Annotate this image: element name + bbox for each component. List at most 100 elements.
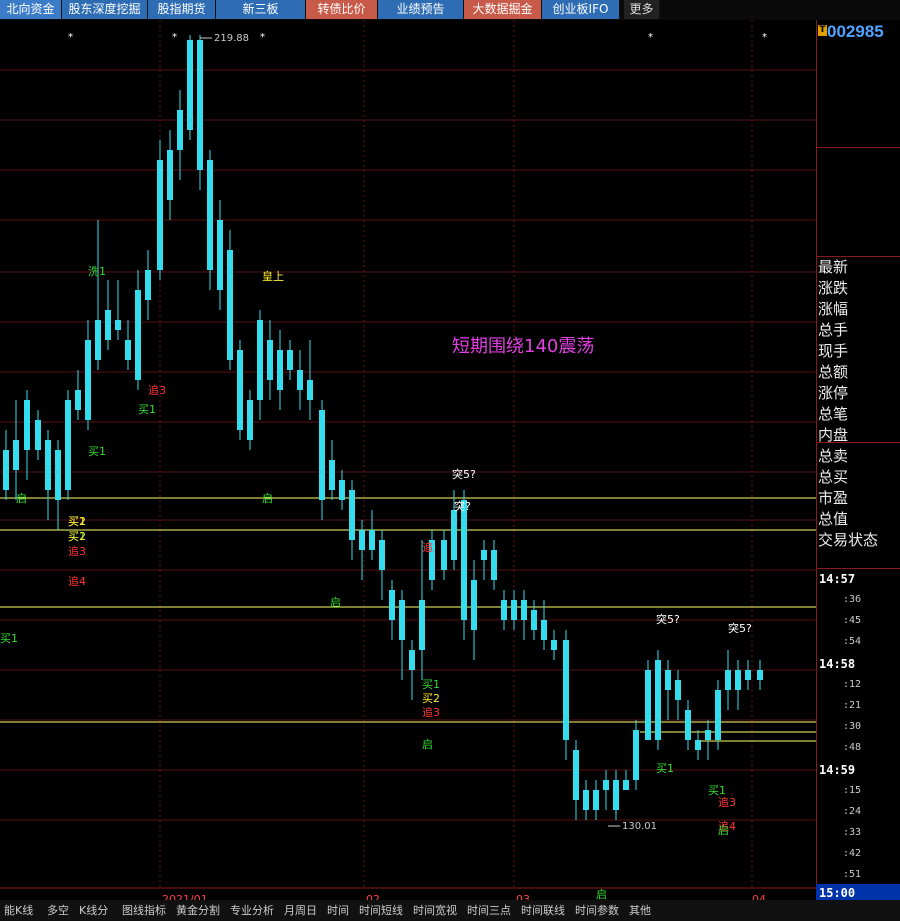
candle[interactable]: [665, 660, 671, 720]
candle[interactable]: [227, 230, 233, 370]
candle[interactable]: [399, 590, 405, 680]
candle[interactable]: [197, 35, 203, 190]
candle[interactable]: [35, 410, 41, 460]
candle[interactable]: [603, 770, 609, 810]
trade-signal-label: 突5?: [452, 468, 476, 481]
candle[interactable]: [277, 330, 283, 410]
candle[interactable]: [695, 730, 701, 760]
candle[interactable]: [409, 640, 415, 700]
candle[interactable]: [655, 650, 661, 750]
candle[interactable]: [757, 660, 763, 690]
candle[interactable]: [95, 220, 101, 370]
candle[interactable]: [389, 580, 395, 640]
candlestick-chart[interactable]: * * * * *: [0, 20, 816, 900]
candle[interactable]: [531, 600, 537, 640]
candle[interactable]: [329, 440, 335, 500]
bottom-tab[interactable]: 时间短线: [359, 900, 403, 921]
tab-bigdata[interactable]: 大数据掘金: [464, 0, 542, 19]
bottom-tab[interactable]: 时间: [327, 900, 349, 921]
candle[interactable]: [65, 390, 71, 500]
candle[interactable]: [115, 280, 121, 340]
candle[interactable]: [593, 780, 599, 820]
candle[interactable]: [511, 590, 517, 630]
bottom-tab[interactable]: 能K线: [4, 900, 33, 921]
candle[interactable]: [349, 480, 355, 560]
candle[interactable]: [521, 590, 527, 640]
candle[interactable]: [613, 770, 619, 820]
bottom-tab[interactable]: 多空: [47, 900, 69, 921]
tab-north-fund[interactable]: 北向资金: [0, 0, 62, 19]
bottom-tab[interactable]: 月周日: [284, 900, 317, 921]
tab-shareholder[interactable]: 股东深度挖掘: [62, 0, 148, 19]
candle[interactable]: [725, 650, 731, 710]
bottom-tab[interactable]: 时间联线: [521, 900, 565, 921]
candle[interactable]: [623, 770, 629, 790]
candle[interactable]: [633, 720, 639, 790]
candle[interactable]: [237, 340, 243, 440]
candle[interactable]: [705, 720, 711, 760]
candle[interactable]: [491, 540, 497, 590]
tick-second: :42: [843, 848, 862, 859]
tab-index-futures[interactable]: 股指期货: [148, 0, 216, 19]
tab-chinext[interactable]: 创业板IFO: [542, 0, 620, 19]
candle[interactable]: [307, 340, 313, 420]
candle[interactable]: [471, 560, 477, 660]
candle[interactable]: [551, 630, 557, 660]
tab-new-board[interactable]: 新三板: [216, 0, 306, 19]
candle[interactable]: [735, 660, 741, 710]
bottom-tab[interactable]: 时间参数: [575, 900, 619, 921]
candle[interactable]: [157, 140, 163, 280]
candle[interactable]: [13, 400, 19, 500]
candle[interactable]: [297, 350, 303, 410]
candle[interactable]: [419, 540, 425, 680]
bottom-tab[interactable]: 图线指标: [122, 900, 166, 921]
candle[interactable]: [145, 250, 151, 320]
candle[interactable]: [319, 400, 325, 520]
candle[interactable]: [247, 390, 253, 450]
candle[interactable]: [573, 740, 579, 820]
candle[interactable]: [105, 280, 111, 350]
bottom-tab[interactable]: 黄金分割: [176, 900, 220, 921]
candle[interactable]: [369, 510, 375, 560]
candle[interactable]: [379, 530, 385, 600]
candle[interactable]: [675, 670, 681, 720]
star-marker-icon: *: [172, 32, 177, 43]
bottom-toolbar: 能K线 多空 K线分 图线指标 黄金分割 专业分析 月周日 时间 时间短线 时间宽视 时间三点 时间联…: [0, 900, 900, 921]
candle[interactable]: [3, 430, 9, 500]
tab-earnings[interactable]: 业绩预告: [378, 0, 464, 19]
candle[interactable]: [441, 530, 447, 580]
candle[interactable]: [339, 470, 345, 510]
candle[interactable]: [287, 340, 293, 380]
bottom-tab[interactable]: 时间宽视: [413, 900, 457, 921]
bottom-tab[interactable]: 时间三点: [467, 900, 511, 921]
star-marker-icon: *: [648, 32, 653, 43]
candle[interactable]: [207, 150, 213, 290]
candle[interactable]: [187, 35, 193, 140]
tab-more[interactable]: 更多: [624, 0, 660, 19]
candle[interactable]: [177, 90, 183, 180]
candle[interactable]: [685, 700, 691, 750]
candle[interactable]: [645, 660, 651, 740]
candle[interactable]: [85, 320, 91, 430]
candle[interactable]: [563, 630, 569, 760]
candle[interactable]: [135, 270, 141, 390]
candle[interactable]: [481, 540, 487, 580]
candle[interactable]: [125, 320, 131, 370]
candle[interactable]: [715, 680, 721, 750]
tab-convertible[interactable]: 转债比价: [306, 0, 378, 19]
candle[interactable]: [45, 430, 51, 520]
candle[interactable]: [583, 780, 589, 820]
candle[interactable]: [75, 370, 81, 420]
candle[interactable]: [501, 590, 507, 630]
bottom-tab[interactable]: 其他: [629, 900, 651, 921]
candle[interactable]: [167, 130, 173, 220]
bottom-tab[interactable]: K线分: [79, 900, 108, 921]
candle[interactable]: [257, 310, 263, 420]
candle[interactable]: [55, 440, 61, 530]
candle[interactable]: [24, 390, 30, 480]
candle[interactable]: [217, 200, 223, 310]
candle[interactable]: [745, 660, 751, 690]
trade-signal-label: 突5?: [656, 613, 680, 626]
bottom-tab[interactable]: 专业分析: [230, 900, 274, 921]
candle[interactable]: [267, 320, 273, 400]
